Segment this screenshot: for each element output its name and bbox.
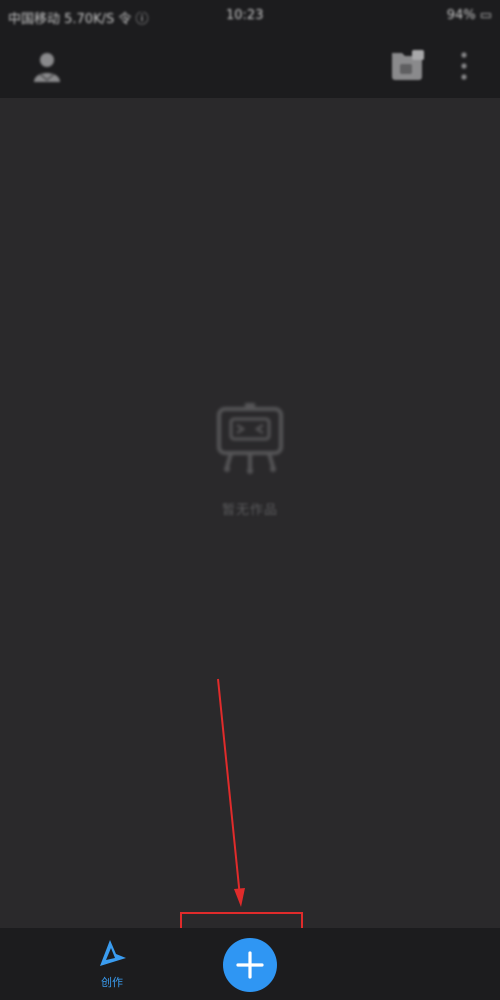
create-icon: [100, 940, 126, 966]
app-screen: 中国移动 5.70K/S 令 ⓘ 10:23 94% ▭ 暂无作品 创作: [0, 0, 500, 1000]
add-button[interactable]: [223, 938, 277, 992]
status-carrier: 中国移动 5.70K/S 令 ⓘ: [8, 12, 149, 27]
bottom-nav: 创作: [0, 928, 500, 1000]
empty-state: 暂无作品: [175, 395, 325, 535]
user-avatar-icon[interactable]: [28, 50, 66, 84]
annotation-arrow: [217, 678, 245, 907]
status-bar: 中国移动 5.70K/S 令 ⓘ 10:23 94% ▭: [0, 0, 500, 34]
empty-state-text: 暂无作品: [221, 503, 278, 518]
status-battery: 94% ▭: [446, 8, 492, 23]
more-vertical-icon[interactable]: [452, 48, 476, 84]
plus-icon: [236, 951, 264, 979]
nav-create-tab[interactable]: 创作: [88, 938, 136, 996]
folder-icon[interactable]: [390, 48, 426, 82]
status-time: 10:23: [226, 8, 264, 23]
empty-robot-icon: [217, 403, 283, 474]
top-bar: [0, 34, 500, 98]
nav-create-label: 创作: [101, 976, 123, 989]
